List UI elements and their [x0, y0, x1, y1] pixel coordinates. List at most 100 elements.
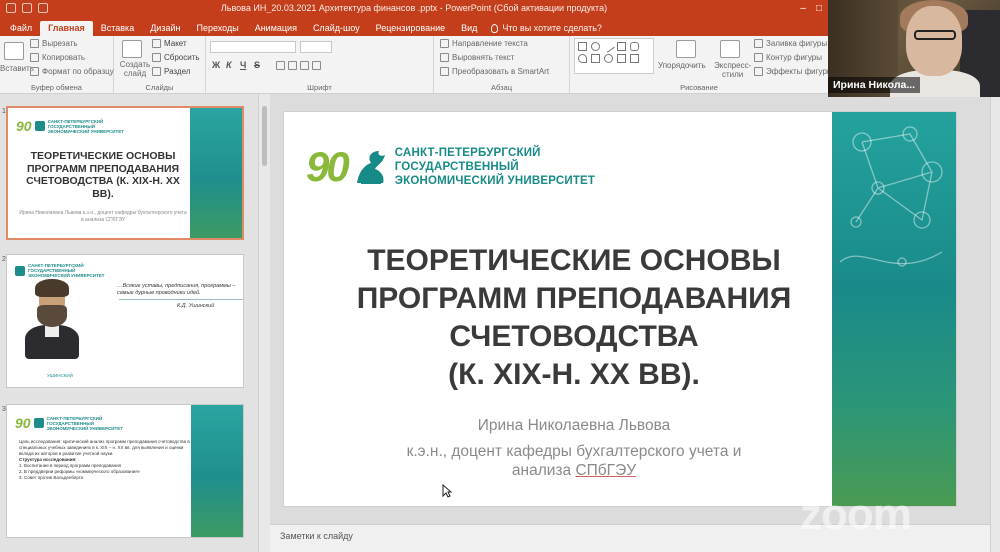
- shapes-gallery[interactable]: [574, 38, 654, 74]
- paint-bucket-icon: [754, 39, 763, 48]
- new-slide-icon[interactable]: [122, 40, 142, 58]
- rectangle-shape-icon[interactable]: [578, 42, 587, 51]
- align-text-icon: [440, 53, 449, 62]
- textbox-shape-icon[interactable]: [617, 42, 626, 51]
- tab-animation[interactable]: Анимация: [247, 21, 305, 36]
- thumbnails-scrollbar[interactable]: [258, 94, 270, 552]
- tab-slideshow[interactable]: Слайд-шоу: [305, 21, 368, 36]
- thumb-title: ТЕОРЕТИЧЕСКИЕ ОСНОВЫ ПРОГРАММ ПРЕПОДАВАН…: [26, 150, 180, 200]
- shape-effects-label: Эффекты фигуры: [766, 67, 833, 76]
- slide-title[interactable]: ТЕОРЕТИЧЕСКИЕ ОСНОВЫ ПРОГРАММ ПРЕПОДАВАН…: [324, 242, 824, 394]
- section-icon: [152, 67, 161, 76]
- text-direction-button[interactable]: Направление текста: [440, 39, 528, 48]
- strikethrough-button[interactable]: S: [254, 60, 260, 70]
- group-font: Ж К Ч S Шрифт: [206, 36, 434, 94]
- smartart-button[interactable]: Преобразовать в SmartArt: [440, 67, 549, 76]
- quote-divider: [119, 299, 243, 300]
- font-tools: [276, 61, 321, 70]
- griffin-icon: [33, 418, 44, 428]
- brush-icon: [30, 67, 39, 76]
- bracket-shape-icon[interactable]: [617, 54, 626, 63]
- tab-view[interactable]: Вид: [453, 21, 485, 36]
- layout-label: Макет: [164, 39, 187, 48]
- current-slide[interactable]: 90 САНКТ-ПЕТЕРБУРГСКИЙ ГОСУДАРСТВЕННЫЙ Э…: [284, 112, 956, 506]
- slide-thumbnail-3[interactable]: 90 САНКТ-ПЕТЕРБУРГСКИЙ ГОСУДАРСТВЕННЫЙ Э…: [6, 404, 244, 538]
- tab-review[interactable]: Рецензирование: [368, 21, 454, 36]
- shape-fill-label: Заливка фигуры: [766, 39, 828, 48]
- slide-author-position[interactable]: к.э.н., доцент кафедры бухгалтерского уч…: [324, 442, 824, 480]
- tab-design[interactable]: Дизайн: [142, 21, 188, 36]
- line-shape-icon[interactable]: [602, 40, 615, 53]
- tab-home[interactable]: Главная: [40, 21, 93, 36]
- slide-author[interactable]: Ирина Николаевна Львова: [324, 417, 824, 435]
- circle-shape-icon[interactable]: [604, 54, 613, 63]
- logo-90: 90: [15, 415, 31, 431]
- quick-styles-button[interactable]: Экспресс-стили: [714, 61, 751, 79]
- list-item: Цель исследования: критический анализ пр…: [19, 439, 190, 456]
- slide-thumbnail-1[interactable]: 90 САНКТ-ПЕТЕРБУРГСКИЙ ГОСУДАРСТВЕННЫЙ Э…: [6, 106, 244, 240]
- slide-scrollbar[interactable]: [990, 94, 1000, 552]
- cut-button[interactable]: Вырезать: [30, 39, 78, 48]
- tell-me-text: Что вы хотите сделать?: [502, 23, 602, 33]
- university-logo: 90 САНКТ-ПЕТЕРБУРГСКИЙ ГОСУДАРСТВЕННЫЙ Э…: [306, 146, 595, 188]
- list-item: 3. Совет против Вальденберга: [19, 475, 83, 480]
- arrange-button[interactable]: Упорядочить: [658, 61, 706, 70]
- reset-button[interactable]: Сбросить: [152, 53, 200, 62]
- scrollbar-thumb[interactable]: [262, 106, 267, 166]
- font-family-select[interactable]: [210, 41, 296, 53]
- group-paragraph: Направление текста Выровнять текст Преоб…: [434, 36, 570, 94]
- underline-button[interactable]: Ч: [240, 60, 246, 70]
- layout-icon: [152, 39, 161, 48]
- webcam-video[interactable]: Ирина Никола...: [828, 0, 1000, 97]
- slide-thumbnail-2[interactable]: САНКТ-ПЕТЕРБУРГСКИЙ ГОСУДАРСТВЕННЫЙ ЭКОН…: [6, 254, 244, 388]
- reset-icon: [152, 53, 161, 62]
- new-slide-button[interactable]: Создать слайд: [118, 60, 152, 78]
- griffin-icon: [15, 265, 25, 276]
- bold-button[interactable]: Ж: [212, 60, 220, 70]
- tab-transitions[interactable]: Переходы: [188, 21, 246, 36]
- star-shape-icon[interactable]: [630, 54, 639, 63]
- decor-band: [191, 405, 243, 537]
- tab-insert[interactable]: Вставка: [93, 21, 142, 36]
- title-line: ПРОГРАММ ПРЕПОДАВАНИЯ: [356, 282, 792, 315]
- oval-shape-icon[interactable]: [591, 42, 600, 51]
- copy-button[interactable]: Копировать: [30, 53, 85, 62]
- lightbulb-icon: [491, 23, 499, 33]
- decor-band: [190, 108, 242, 238]
- text-direction-label: Направление текста: [452, 39, 528, 48]
- window-controls: – □: [800, 3, 822, 14]
- spacing-icon[interactable]: [288, 61, 297, 70]
- minimize-icon[interactable]: –: [800, 3, 806, 14]
- quick-styles-icon[interactable]: [720, 40, 740, 58]
- layout-button[interactable]: Макет: [152, 39, 187, 48]
- shape-effects-button[interactable]: Эффекты фигуры: [754, 67, 833, 76]
- maximize-icon[interactable]: □: [816, 3, 822, 14]
- italic-button[interactable]: К: [226, 60, 232, 70]
- copy-icon: [30, 53, 39, 62]
- shape-outline-button[interactable]: Контур фигуры: [754, 53, 822, 62]
- university-abbreviation: СПбГЭУ: [575, 462, 637, 479]
- group-label-paragraph: Абзац: [490, 83, 513, 92]
- rounded-rect-shape-icon[interactable]: [630, 42, 639, 51]
- case-icon[interactable]: [300, 61, 309, 70]
- font-size-select[interactable]: [300, 41, 332, 53]
- section-button[interactable]: Раздел: [152, 67, 190, 76]
- shape-fill-button[interactable]: Заливка фигуры: [754, 39, 827, 48]
- align-text-label: Выровнять текст: [452, 53, 515, 62]
- logo-text: САНКТ-ПЕТЕРБУРГСКИЙ ГОСУДАРСТВЕННЫЙ ЭКОН…: [48, 119, 124, 134]
- format-painter-label: Формат по образцу: [42, 67, 114, 76]
- mouse-cursor-icon: [442, 484, 452, 498]
- format-painter-button[interactable]: Формат по образцу: [30, 67, 114, 76]
- tell-me-box[interactable]: Что вы хотите сделать?: [485, 21, 608, 36]
- shadow-icon[interactable]: [276, 61, 285, 70]
- arrange-icon[interactable]: [676, 40, 696, 58]
- align-text-button[interactable]: Выровнять текст: [440, 53, 514, 62]
- font-color-icon[interactable]: [312, 61, 321, 70]
- arrow-shape-icon[interactable]: [591, 54, 600, 63]
- paste-icon[interactable]: [4, 42, 24, 60]
- paste-button[interactable]: Вставить: [0, 64, 34, 73]
- logo-line3: ЭКОНОМИЧЕСКИЙ УНИВЕРСИТЕТ: [47, 128, 125, 134]
- thumb-caption: УШИНСКИЙ: [47, 373, 73, 378]
- tab-file[interactable]: Файл: [2, 21, 40, 36]
- callout-shape-icon[interactable]: [578, 54, 587, 63]
